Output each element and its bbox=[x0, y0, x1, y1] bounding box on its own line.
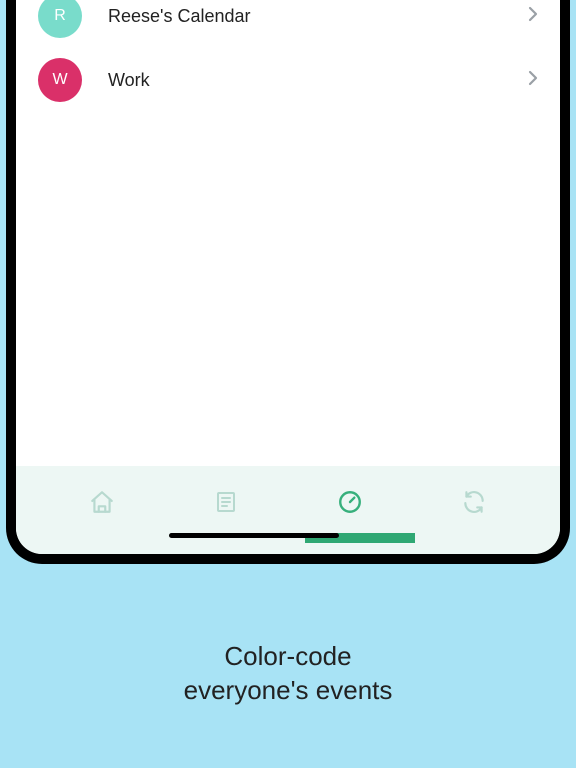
calendar-label: Reese's Calendar bbox=[108, 6, 528, 27]
caption-line-2: everyone's events bbox=[184, 675, 393, 705]
home-icon bbox=[89, 489, 115, 515]
sync-icon bbox=[461, 489, 487, 515]
promo-caption: Color-code everyone's events bbox=[0, 640, 576, 708]
tab-timer[interactable] bbox=[330, 482, 370, 522]
tab-sync[interactable] bbox=[454, 482, 494, 522]
caption-line-1: Color-code bbox=[224, 641, 351, 671]
tab-home[interactable] bbox=[82, 482, 122, 522]
list-item[interactable]: W Work bbox=[16, 48, 560, 112]
chevron-right-icon bbox=[528, 70, 538, 91]
list-item[interactable]: R Reese's Calendar bbox=[16, 0, 560, 48]
tab-bar bbox=[16, 466, 560, 554]
timer-icon bbox=[337, 489, 363, 515]
calendar-label: Work bbox=[108, 70, 528, 91]
chevron-right-icon bbox=[528, 6, 538, 27]
tab-list[interactable] bbox=[206, 482, 246, 522]
calendar-list: C Chandler's Calendar R Reese's Calendar… bbox=[16, 0, 560, 112]
calendar-avatar: W bbox=[38, 58, 82, 102]
list-icon bbox=[214, 490, 238, 514]
calendar-avatar: R bbox=[38, 0, 82, 38]
home-indicator bbox=[169, 533, 339, 538]
app-screen: C Chandler's Calendar R Reese's Calendar… bbox=[16, 0, 560, 554]
device-frame: C Chandler's Calendar R Reese's Calendar… bbox=[6, 0, 570, 564]
